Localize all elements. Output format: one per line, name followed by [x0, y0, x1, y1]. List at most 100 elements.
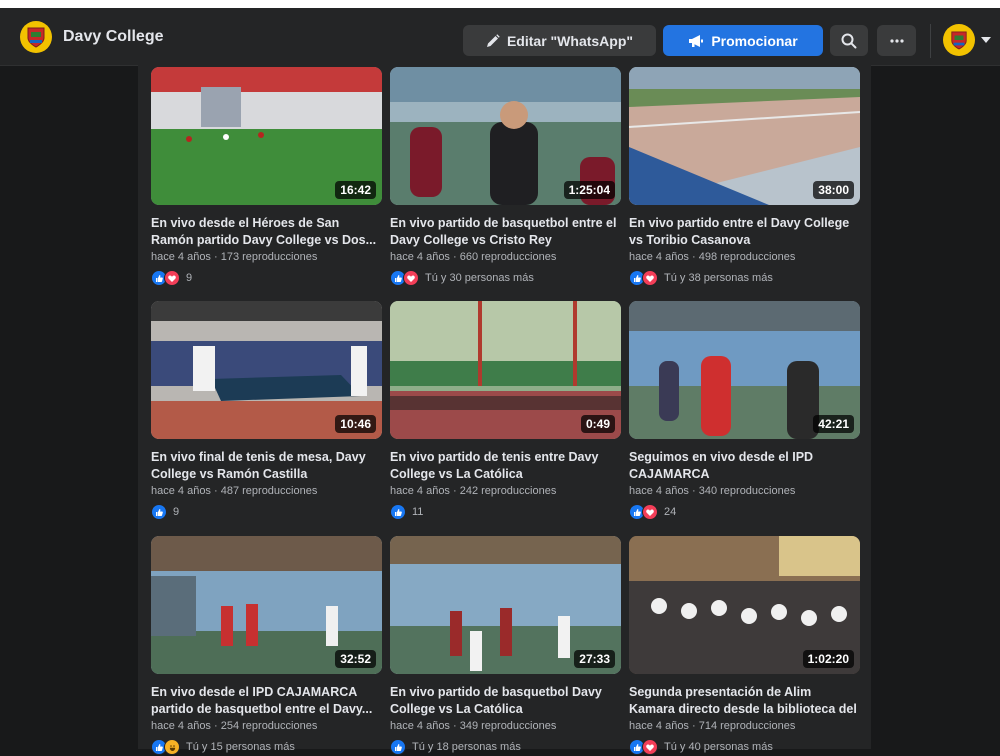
chevron-down-icon[interactable]	[981, 37, 991, 43]
video-thumbnail[interactable]: 0:49	[390, 301, 621, 439]
crest-icon	[27, 27, 45, 48]
meta-separator: ·	[688, 720, 699, 732]
video-title[interactable]: En vivo partido de basquetbol Davy Colle…	[390, 684, 621, 718]
header-divider	[930, 24, 931, 58]
like-icon	[151, 504, 167, 520]
meta-separator: ·	[688, 485, 699, 497]
meta-separator: ·	[210, 251, 221, 263]
video-age: hace 4 años	[151, 485, 211, 497]
videos-panel: 16:42 En vivo desde el Héroes de San Ram…	[138, 65, 871, 755]
search-button[interactable]	[830, 25, 868, 56]
promote-button[interactable]: Promocionar	[663, 25, 823, 56]
video-meta: hace 4 años · 498 reproducciones	[629, 251, 860, 266]
video-age: hace 4 años	[629, 720, 689, 732]
video-views: 242 reproducciones	[459, 485, 557, 497]
video-thumbnail[interactable]: 38:00	[629, 67, 860, 205]
search-icon	[841, 33, 857, 48]
love-icon	[164, 270, 180, 286]
edit-button-label: Editar "WhatsApp"	[506, 32, 634, 49]
reaction-count: 24	[664, 506, 677, 518]
video-views: 254 reproducciones	[220, 720, 318, 732]
account-switcher[interactable]	[943, 24, 991, 56]
reaction-count: 11	[412, 506, 424, 518]
video-age: hace 4 años	[629, 485, 689, 497]
browser-top-strip	[0, 0, 1000, 8]
video-thumbnail[interactable]: 27:33	[390, 536, 621, 674]
reactions[interactable]: Tú y 15 personas más	[151, 738, 382, 756]
video-meta: hace 4 años · 254 reproducciones	[151, 720, 382, 735]
video-card[interactable]: 27:33 En vivo partido de basquetbol Davy…	[390, 536, 621, 756]
video-thumbnail[interactable]: 10:46	[151, 301, 382, 439]
reaction-count: Tú y 18 personas más	[412, 741, 521, 753]
video-title[interactable]: En vivo final de tenis de mesa, Davy Col…	[151, 449, 382, 483]
haha-icon	[164, 739, 180, 755]
video-title[interactable]: En vivo desde el Héroes de San Ramón par…	[151, 215, 382, 249]
reactions[interactable]: Tú y 30 personas más	[390, 269, 621, 287]
video-title[interactable]: Segunda presentación de Alim Kamara dire…	[629, 684, 860, 718]
reactions[interactable]: 11	[390, 503, 621, 521]
promote-button-label: Promocionar	[711, 32, 798, 49]
video-meta: hace 4 años · 173 reproducciones	[151, 251, 382, 266]
video-thumbnail[interactable]: 32:52	[151, 536, 382, 674]
edit-whatsapp-button[interactable]: Editar "WhatsApp"	[463, 25, 656, 56]
avatar[interactable]	[943, 24, 975, 56]
video-title[interactable]: Seguimos en vivo desde el IPD CAJAMARCA	[629, 449, 860, 483]
video-duration: 38:00	[813, 181, 854, 199]
video-card[interactable]: 16:42 En vivo desde el Héroes de San Ram…	[151, 67, 382, 287]
reactions[interactable]: 9	[151, 269, 382, 287]
meta-separator: ·	[688, 251, 699, 263]
video-card[interactable]: 1:25:04 En vivo partido de basquetbol en…	[390, 67, 621, 287]
video-duration: 0:49	[580, 415, 615, 433]
video-card[interactable]: 32:52 En vivo desde el IPD CAJAMARCA par…	[151, 536, 382, 756]
reactions[interactable]: 9	[151, 503, 382, 521]
video-meta: hace 4 años · 487 reproducciones	[151, 485, 382, 500]
video-thumbnail[interactable]: 1:02:20	[629, 536, 860, 674]
video-views: 173 reproducciones	[220, 251, 318, 263]
love-icon	[403, 270, 419, 286]
video-duration: 32:52	[335, 650, 376, 668]
video-title[interactable]: En vivo desde el IPD CAJAMARCA partido d…	[151, 684, 382, 718]
video-card[interactable]: 10:46 En vivo final de tenis de mesa, Da…	[151, 301, 382, 521]
video-views: 660 reproducciones	[459, 251, 557, 263]
reaction-count: 9	[173, 506, 180, 518]
video-card[interactable]: 1:02:20 Segunda presentación de Alim Kam…	[629, 536, 860, 756]
video-title[interactable]: En vivo partido de basquetbol entre el D…	[390, 215, 621, 249]
meta-separator: ·	[449, 251, 460, 263]
video-meta: hace 4 años · 340 reproducciones	[629, 485, 860, 500]
video-duration: 27:33	[574, 650, 615, 668]
more-options-button[interactable]	[877, 25, 916, 56]
video-thumbnail[interactable]: 16:42	[151, 67, 382, 205]
video-duration: 10:46	[335, 415, 376, 433]
reaction-count: Tú y 15 personas más	[186, 741, 295, 753]
like-icon	[390, 739, 406, 755]
reactions[interactable]: Tú y 40 personas más	[629, 738, 860, 756]
crest-icon	[951, 31, 967, 50]
reactions[interactable]: Tú y 18 personas más	[390, 738, 621, 756]
video-thumbnail[interactable]: 1:25:04	[390, 67, 621, 205]
page-logo[interactable]	[20, 21, 52, 53]
reaction-count: Tú y 30 personas más	[425, 272, 534, 284]
video-meta: hace 4 años · 714 reproducciones	[629, 720, 860, 735]
video-age: hace 4 años	[151, 251, 211, 263]
video-duration: 42:21	[813, 415, 854, 433]
video-age: hace 4 años	[151, 720, 211, 732]
meta-separator: ·	[449, 485, 460, 497]
video-duration: 1:02:20	[802, 650, 854, 668]
video-card[interactable]: 0:49 En vivo partido de tenis entre Davy…	[390, 301, 621, 521]
video-title[interactable]: En vivo partido entre el Davy College vs…	[629, 215, 860, 249]
video-card[interactable]: 42:21 Seguimos en vivo desde el IPD CAJA…	[629, 301, 860, 521]
meta-separator: ·	[210, 485, 221, 497]
video-views: 498 reproducciones	[698, 251, 796, 263]
video-age: hace 4 años	[390, 485, 450, 497]
video-meta: hace 4 años · 349 reproducciones	[390, 720, 621, 735]
video-card[interactable]: 38:00 En vivo partido entre el Davy Coll…	[629, 67, 860, 287]
video-thumbnail[interactable]: 42:21	[629, 301, 860, 439]
love-icon	[642, 270, 658, 286]
reaction-count: 9	[186, 272, 193, 284]
video-views: 340 reproducciones	[698, 485, 796, 497]
page-name[interactable]: Davy College	[63, 28, 163, 46]
video-title[interactable]: En vivo partido de tenis entre Davy Coll…	[390, 449, 621, 483]
reaction-count: Tú y 40 personas más	[664, 741, 773, 753]
reactions[interactable]: Tú y 38 personas más	[629, 269, 860, 287]
reactions[interactable]: 24	[629, 503, 860, 521]
